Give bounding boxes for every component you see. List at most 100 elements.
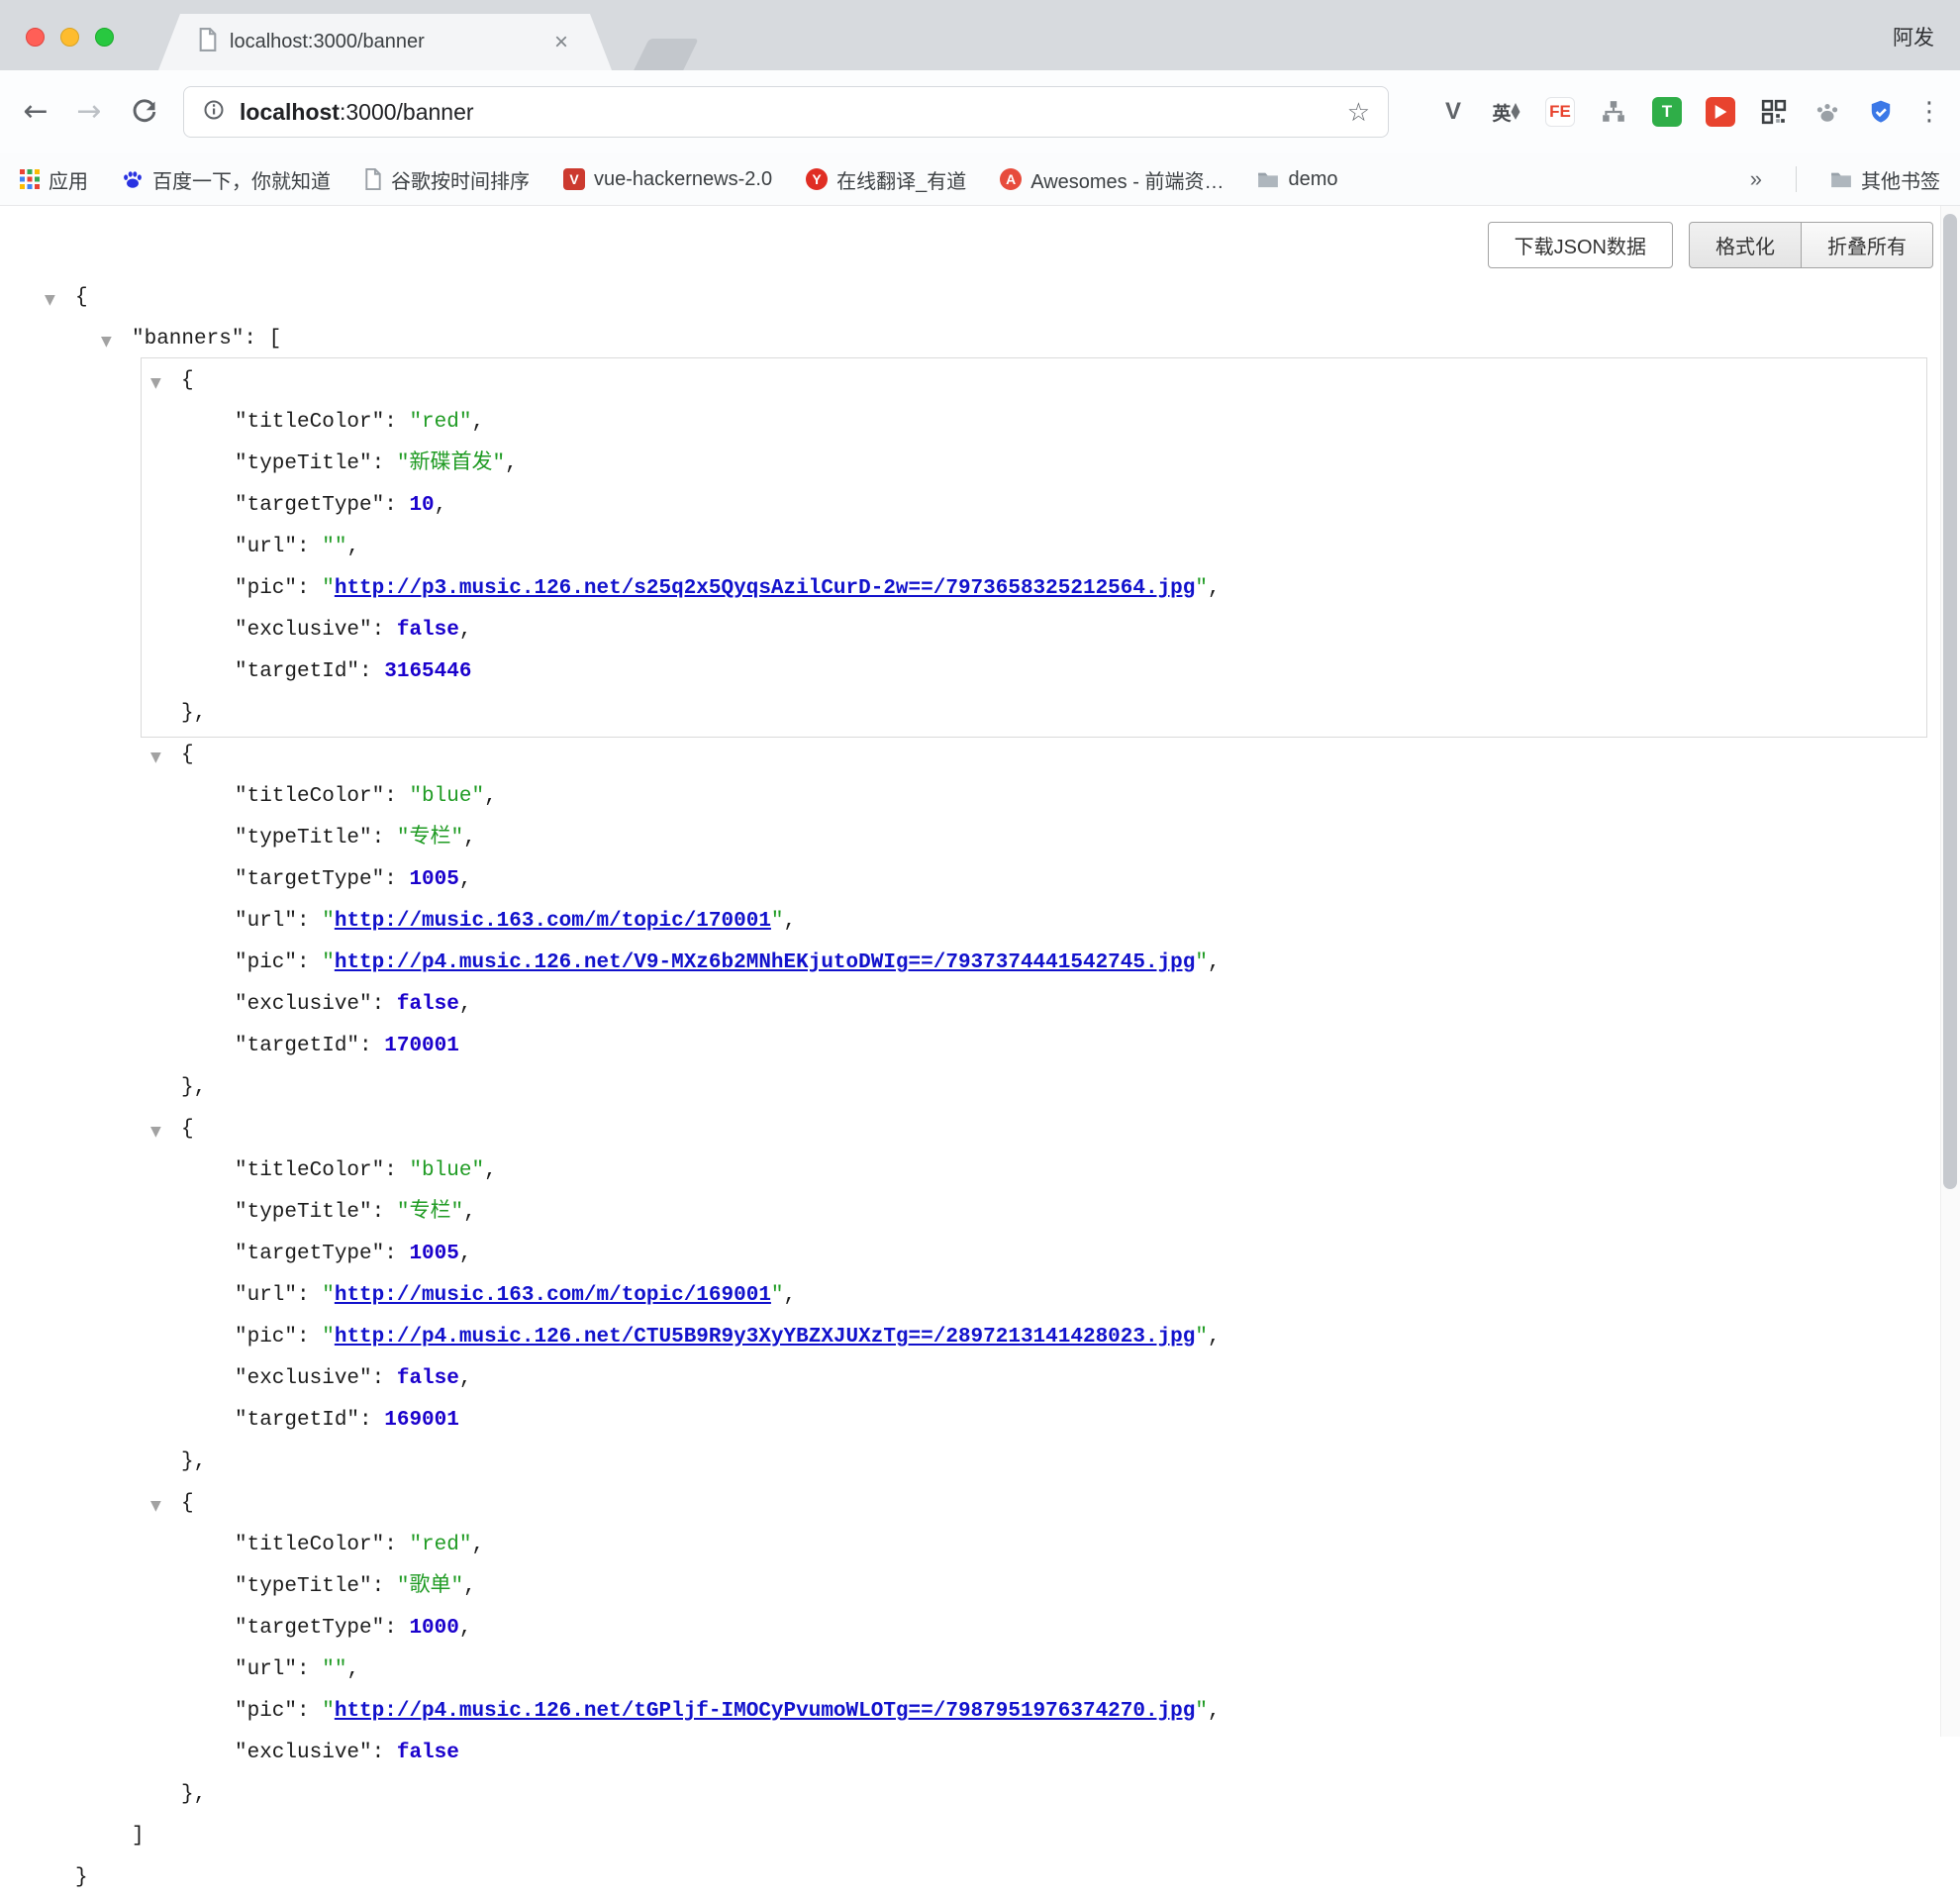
json-line: } (0, 1857, 1933, 1899)
json-colon: : (297, 1326, 322, 1349)
json-key: "targetId" (235, 660, 359, 683)
orgchart-extension-icon[interactable] (1596, 94, 1631, 130)
json-number: 3165446 (384, 660, 471, 683)
json-close-brace: }, (181, 1076, 206, 1099)
json-url-link[interactable]: http://music.163.com/m/topic/169001 (335, 1284, 771, 1307)
browser-tab[interactable]: localhost:3000/banner × (158, 14, 612, 70)
json-quote: " (1195, 577, 1208, 600)
json-quote: " (1195, 1700, 1208, 1723)
json-comma: , (459, 868, 472, 891)
download-json-button[interactable]: 下载JSON数据 (1488, 222, 1673, 268)
page-icon (364, 168, 382, 190)
paw-extension-icon[interactable] (1810, 94, 1845, 130)
scrollbar-thumb[interactable] (1943, 214, 1957, 1189)
json-colon: : (359, 1035, 384, 1057)
json-line: ▼"banners": [ (0, 319, 1933, 360)
json-string: "" (322, 536, 346, 558)
page-scrollbar[interactable] (1940, 206, 1960, 1737)
vimium-extension-icon[interactable]: V (1435, 94, 1471, 130)
json-line: }, (0, 693, 1933, 735)
window-close-button[interactable] (26, 28, 45, 47)
json-comma: , (484, 785, 497, 808)
bookmark-label: 百度一下，你就知道 (152, 165, 331, 194)
browser-menu-icon[interactable]: ⋮ (1916, 96, 1942, 127)
json-key: "pic" (235, 951, 297, 974)
collapse-triangle-icon[interactable]: ▼ (101, 321, 112, 362)
json-open-brace: { (181, 744, 194, 766)
json-colon: : (297, 1700, 322, 1723)
json-open-brace: { (75, 286, 88, 309)
bookmark-star-icon[interactable]: ☆ (1347, 97, 1370, 128)
json-number: 1005 (409, 1243, 458, 1265)
bookmark-awesomes[interactable]: A Awesomes - 前端资… (1000, 165, 1224, 194)
json-close-brace: }, (181, 1450, 206, 1473)
json-object: ▼{"titleColor": "red","typeTitle": "新碟首发… (0, 360, 1933, 735)
forward-button[interactable]: → (73, 96, 105, 128)
bookmark-label: 在线翻译_有道 (836, 165, 966, 194)
back-arrow-icon: ← (23, 97, 48, 127)
translate-extension-icon[interactable]: 英 (1489, 94, 1524, 130)
other-bookmarks[interactable]: 其他书签 (1830, 165, 1940, 194)
collapse-triangle-icon[interactable]: ▼ (150, 737, 161, 778)
json-url-link[interactable]: http://p4.music.126.net/V9-MXz6b2MNhEKju… (335, 951, 1196, 974)
json-comma: , (346, 536, 359, 558)
json-colon: : (297, 910, 322, 933)
json-line: "pic": "http://p3.music.126.net/s25q2x5Q… (0, 568, 1933, 610)
json-url-link[interactable]: http://p4.music.126.net/tGPljf-IMOCyPvum… (335, 1700, 1196, 1723)
json-key: "targetType" (235, 1617, 384, 1640)
page-info-icon[interactable] (202, 98, 226, 127)
bookmark-google-sort[interactable]: 谷歌按时间排序 (364, 165, 530, 194)
fe-extension-icon[interactable]: FE (1542, 94, 1578, 130)
json-comma: , (463, 1201, 476, 1224)
json-comma: , (459, 1367, 472, 1390)
json-key: "targetType" (235, 868, 384, 891)
json-colon: : (297, 1284, 322, 1307)
json-url-link[interactable]: http://p4.music.126.net/CTU5B9R9y3XyYBZX… (335, 1326, 1196, 1349)
collapse-triangle-icon[interactable]: ▼ (150, 1485, 161, 1527)
new-tab-button[interactable] (634, 39, 699, 70)
tampermonkey-extension-icon[interactable]: T (1649, 94, 1685, 130)
profile-name[interactable]: 阿发 (1893, 22, 1934, 51)
json-string: "歌单" (397, 1575, 463, 1598)
bookmark-label: 应用 (49, 165, 88, 194)
bookmark-folder-demo[interactable]: demo (1257, 168, 1337, 191)
collapse-triangle-icon[interactable]: ▼ (45, 279, 55, 321)
back-button[interactable]: ← (20, 96, 51, 128)
json-line: }, (0, 1774, 1933, 1816)
json-line: ▼{ (0, 277, 1933, 319)
window-minimize-button[interactable] (60, 28, 79, 47)
json-colon: : (384, 868, 409, 891)
tab-close-icon[interactable]: × (554, 31, 568, 54)
bookmark-youdao[interactable]: Y 在线翻译_有道 (806, 165, 966, 194)
bookmarks-bar: 应用 百度一下，你就知道 谷歌按时间排序 V vue-hackernews-2.… (0, 153, 1960, 206)
bookmark-apps[interactable]: 应用 (20, 165, 88, 194)
bookmarks-overflow-chevron[interactable]: » (1750, 166, 1762, 192)
bookmark-baidu[interactable]: 百度一下，你就知道 (122, 165, 331, 194)
qrcode-extension-icon[interactable] (1756, 94, 1792, 130)
json-key: "targetType" (235, 494, 384, 517)
json-open-bracket: [ (269, 328, 282, 350)
bookmark-vue-hackernews[interactable]: V vue-hackernews-2.0 (563, 168, 772, 191)
json-object: ▼{"titleColor": "blue","typeTitle": "专栏"… (0, 735, 1933, 1109)
json-colon: : (384, 411, 409, 434)
collapse-triangle-icon[interactable]: ▼ (150, 362, 161, 404)
json-colon: : (359, 1409, 384, 1432)
json-line: "url": "http://music.163.com/m/topic/169… (0, 1275, 1933, 1317)
json-colon: : (384, 1159, 409, 1182)
video-extension-icon[interactable] (1703, 94, 1738, 130)
json-url-link[interactable]: http://p3.music.126.net/s25q2x5QyqsAzilC… (335, 577, 1196, 600)
collapse-all-button[interactable]: 折叠所有 (1802, 222, 1933, 268)
format-button[interactable]: 格式化 (1689, 222, 1802, 268)
window-zoom-button[interactable] (95, 28, 114, 47)
bookmark-label: vue-hackernews-2.0 (594, 168, 772, 191)
json-colon: : (359, 660, 384, 683)
json-string: "" (322, 1658, 346, 1681)
json-comma: , (1208, 1700, 1221, 1723)
collapse-triangle-icon[interactable]: ▼ (150, 1111, 161, 1152)
json-key: "typeTitle" (235, 1201, 372, 1224)
shield-extension-icon[interactable] (1863, 94, 1899, 130)
reload-button[interactable] (129, 96, 160, 128)
json-comma: , (463, 1575, 476, 1598)
url-bar[interactable]: localhost:3000/banner ☆ (183, 86, 1389, 138)
json-url-link[interactable]: http://music.163.com/m/topic/170001 (335, 910, 771, 933)
